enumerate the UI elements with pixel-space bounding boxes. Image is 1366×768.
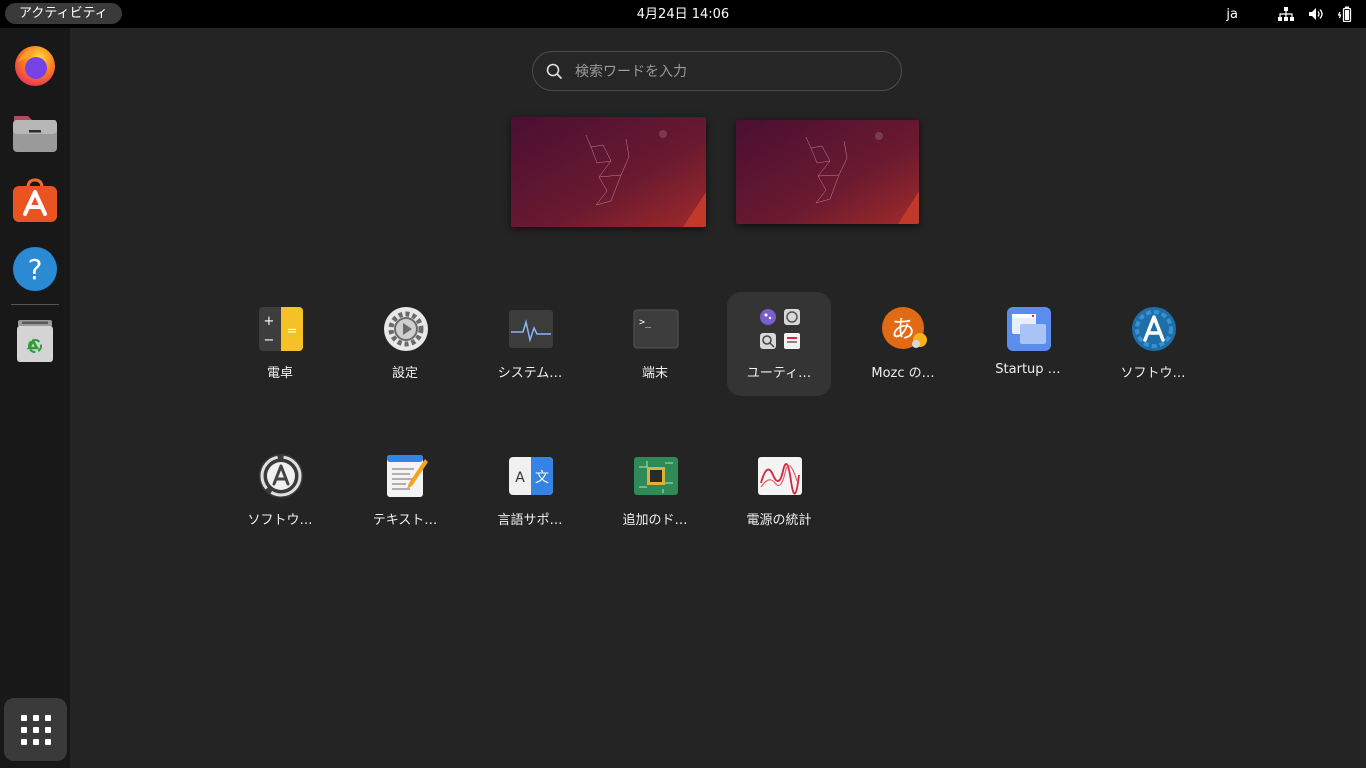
svg-text:?: ? bbox=[28, 253, 43, 286]
software-properties-icon bbox=[259, 454, 303, 498]
workspace-thumbnail-1[interactable] bbox=[511, 117, 706, 227]
app-language-support[interactable]: A文 言語サポ… bbox=[478, 439, 582, 543]
additional-drivers-icon bbox=[634, 457, 678, 495]
app-additional-drivers[interactable]: 追加のド… bbox=[603, 439, 707, 543]
dock-separator bbox=[11, 304, 59, 305]
app-text-editor[interactable]: テキスト… bbox=[353, 439, 457, 543]
top-bar: アクティビティ 4月24日 14:06 ja bbox=[0, 0, 1366, 28]
help-icon[interactable]: ? bbox=[12, 246, 58, 292]
app-power-statistics[interactable]: 電源の統計 bbox=[727, 439, 831, 543]
system-monitor-icon bbox=[509, 310, 553, 348]
network-icon[interactable] bbox=[1278, 7, 1294, 21]
firefox-icon[interactable] bbox=[12, 42, 58, 88]
app-label: 設定 bbox=[391, 366, 418, 381]
app-software-updater[interactable]: ソフトウ… bbox=[1101, 292, 1205, 396]
language-support-icon: A文 bbox=[509, 457, 553, 495]
svg-text:>_: >_ bbox=[639, 317, 652, 328]
terminal-icon: >_ bbox=[633, 309, 679, 349]
search-box[interactable] bbox=[532, 51, 902, 91]
search-icon bbox=[546, 63, 563, 80]
settings-gear-icon bbox=[384, 307, 428, 351]
input-method-indicator[interactable]: ja bbox=[1226, 7, 1238, 22]
trash-icon[interactable] bbox=[12, 318, 58, 364]
app-center-icon[interactable] bbox=[12, 178, 58, 224]
svg-text:A: A bbox=[515, 470, 525, 486]
app-terminal[interactable]: >_ 端末 bbox=[603, 292, 707, 396]
mozc-icon: あ bbox=[882, 307, 927, 349]
app-calculator[interactable]: + − = 電卓 bbox=[228, 292, 332, 396]
utilities-folder-icon bbox=[760, 309, 800, 349]
power-statistics-icon bbox=[758, 457, 802, 495]
app-system-monitor[interactable]: システム… bbox=[478, 292, 582, 396]
show-apps-grid-icon[interactable] bbox=[4, 698, 67, 761]
app-label: ソフトウ… bbox=[247, 513, 313, 528]
files-icon[interactable] bbox=[12, 110, 58, 156]
app-label: ソフトウ… bbox=[1120, 366, 1186, 381]
calculator-icon: + −= bbox=[259, 307, 303, 351]
app-label: ユーティ… bbox=[746, 366, 812, 381]
app-label: 追加のド… bbox=[622, 513, 688, 528]
workspace-thumbnail-2[interactable] bbox=[736, 120, 919, 224]
app-software-properties[interactable]: ソフトウ… bbox=[228, 439, 332, 543]
svg-text:文: 文 bbox=[535, 470, 549, 486]
svg-text:+: + bbox=[264, 314, 275, 329]
svg-text:−: − bbox=[264, 333, 275, 348]
svg-text:=: = bbox=[287, 324, 298, 339]
svg-text:あ: あ bbox=[891, 315, 915, 343]
volume-icon[interactable] bbox=[1308, 7, 1324, 21]
app-startup-disk[interactable]: Startup … bbox=[976, 292, 1080, 396]
app-label: 電源の統計 bbox=[746, 513, 812, 528]
app-mozc[interactable]: あ Mozc の… bbox=[851, 292, 955, 396]
clock[interactable]: 4月24日 14:06 bbox=[0, 0, 1366, 30]
app-label: システム… bbox=[497, 366, 563, 381]
app-settings[interactable]: 設定 bbox=[353, 292, 457, 396]
search-input[interactable] bbox=[573, 60, 887, 84]
app-utilities-folder[interactable]: ユーティ… bbox=[727, 292, 831, 396]
app-label: Startup … bbox=[995, 362, 1061, 377]
app-label: 端末 bbox=[641, 366, 668, 381]
app-label: Mozc の… bbox=[871, 366, 935, 381]
app-label: テキスト… bbox=[372, 513, 438, 528]
battery-icon[interactable] bbox=[1338, 6, 1354, 22]
text-editor-icon bbox=[387, 455, 428, 497]
app-label: 電卓 bbox=[266, 366, 293, 381]
dock: ? bbox=[0, 28, 70, 768]
app-label: 言語サポ… bbox=[497, 513, 563, 528]
software-updater-icon bbox=[1132, 307, 1176, 351]
startup-disk-icon bbox=[1007, 307, 1051, 351]
system-tray[interactable]: ja bbox=[1226, 0, 1354, 28]
